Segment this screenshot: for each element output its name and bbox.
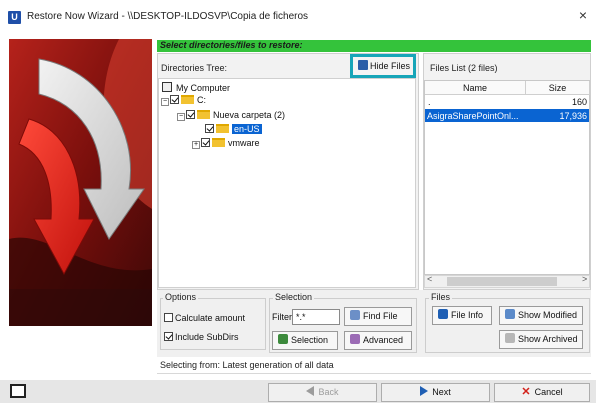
button-label: Advanced xyxy=(363,335,404,345)
column-header-size[interactable]: Size xyxy=(526,81,590,95)
tree-node-vmware[interactable]: + vmware xyxy=(192,137,260,149)
tree-node-drive-c[interactable]: − C: xyxy=(161,94,206,106)
header-prompt: Select directories/files to restore: xyxy=(160,40,303,50)
window-mode-icon[interactable] xyxy=(10,384,26,398)
button-label: Show Archived xyxy=(518,334,578,344)
scroll-left-icon[interactable]: < xyxy=(427,274,432,284)
cancel-button[interactable]: ✕ Cancel xyxy=(494,383,590,402)
divider xyxy=(157,373,591,374)
archived-icon xyxy=(505,333,515,343)
collapse-icon[interactable]: − xyxy=(161,98,169,106)
checkbox-label: Include SubDirs xyxy=(175,332,239,342)
tree-node-label: My Computer xyxy=(176,83,231,93)
cancel-icon: ✕ xyxy=(521,386,531,398)
directories-tree[interactable]: My Computer − C: − Nueva carpeta (2) en-US… xyxy=(158,78,416,288)
checkbox[interactable] xyxy=(164,332,173,341)
show-modified-button[interactable]: Show Modified xyxy=(499,306,583,325)
filter-input[interactable]: *.* xyxy=(292,309,340,325)
tree-node-en-us[interactable]: en-US xyxy=(205,123,262,135)
files-list-label: Files List (2 files) xyxy=(430,63,498,73)
file-row-size[interactable]: 17,936 xyxy=(526,110,587,122)
button-label: Find File xyxy=(363,311,398,321)
collapse-icon[interactable]: − xyxy=(177,113,185,121)
tree-node-label: C: xyxy=(197,95,206,105)
file-info-button[interactable]: File Info xyxy=(432,306,492,325)
window-title: Restore Now Wizard - \\DESKTOP-ILDOSVP\C… xyxy=(27,11,309,22)
expand-icon[interactable]: + xyxy=(192,141,200,149)
scroll-right-icon[interactable]: > xyxy=(582,274,587,284)
info-icon xyxy=(438,309,448,319)
show-archived-button[interactable]: Show Archived xyxy=(499,330,583,349)
checkbox-nueva-carpeta[interactable] xyxy=(186,110,195,119)
column-header-name[interactable]: Name xyxy=(425,81,526,95)
find-icon xyxy=(350,310,360,320)
checkbox-en-us[interactable] xyxy=(205,124,214,133)
folder-icon xyxy=(212,138,225,147)
file-row-name[interactable]: . xyxy=(428,96,523,108)
file-row-size[interactable]: 160 xyxy=(526,96,587,108)
hide-files-button[interactable]: Hide Files xyxy=(350,54,416,78)
status-text: Selecting from: Latest generation of all… xyxy=(160,360,334,370)
selection-icon xyxy=(278,334,288,344)
button-label: Next xyxy=(432,387,451,397)
tree-node-label: vmware xyxy=(228,138,260,148)
back-button[interactable]: Back xyxy=(268,383,377,402)
next-arrow-icon xyxy=(420,386,429,396)
checkbox-drive-c[interactable] xyxy=(170,95,179,104)
find-file-button[interactable]: Find File xyxy=(344,307,412,326)
folder-icon xyxy=(181,95,194,104)
files-icon xyxy=(358,60,368,70)
include-subdirs-checkbox[interactable]: Include SubDirs xyxy=(164,331,239,343)
files-group-title: Files xyxy=(429,292,453,302)
hide-files-label: Hide Files xyxy=(370,61,411,71)
tree-node-label: Nueva carpeta (2) xyxy=(213,110,286,120)
advanced-icon xyxy=(350,334,360,344)
selection-button[interactable]: Selection xyxy=(272,331,338,350)
button-label: Back xyxy=(318,387,339,397)
options-title: Options xyxy=(163,292,199,302)
next-button[interactable]: Next xyxy=(381,383,490,402)
checkbox[interactable] xyxy=(164,313,173,322)
tree-node-label: en-US xyxy=(232,124,262,134)
button-label: Cancel xyxy=(534,387,563,397)
checkbox-label: Calculate amount xyxy=(175,313,246,323)
selection-title: Selection xyxy=(273,292,315,302)
wizard-art-image xyxy=(9,39,152,326)
file-row-name[interactable]: AsigraSharePointOnl... xyxy=(427,110,525,122)
folder-icon xyxy=(197,110,210,119)
button-label: Selection xyxy=(291,335,329,345)
button-label: Show Modified xyxy=(518,310,578,320)
checkbox-vmware[interactable] xyxy=(201,138,210,147)
advanced-button[interactable]: Advanced xyxy=(344,331,412,350)
button-label: File Info xyxy=(451,310,484,320)
close-icon[interactable]: × xyxy=(575,7,591,25)
directories-tree-label: Directories Tree: xyxy=(161,63,228,73)
back-arrow-icon xyxy=(306,386,315,396)
app-icon: U xyxy=(8,11,21,24)
calculate-amount-checkbox[interactable]: Calculate amount xyxy=(164,312,245,324)
modified-icon xyxy=(505,309,515,319)
tree-node-nueva-carpeta[interactable]: − Nueva carpeta (2) xyxy=(177,109,285,121)
folder-icon xyxy=(216,124,229,133)
computer-icon xyxy=(162,82,172,92)
files-table[interactable]: Name Size . 160 AsigraSharePointOnl... 1… xyxy=(424,80,590,275)
tree-node-my-computer[interactable]: My Computer xyxy=(162,82,230,94)
scrollbar-thumb[interactable] xyxy=(447,277,557,286)
